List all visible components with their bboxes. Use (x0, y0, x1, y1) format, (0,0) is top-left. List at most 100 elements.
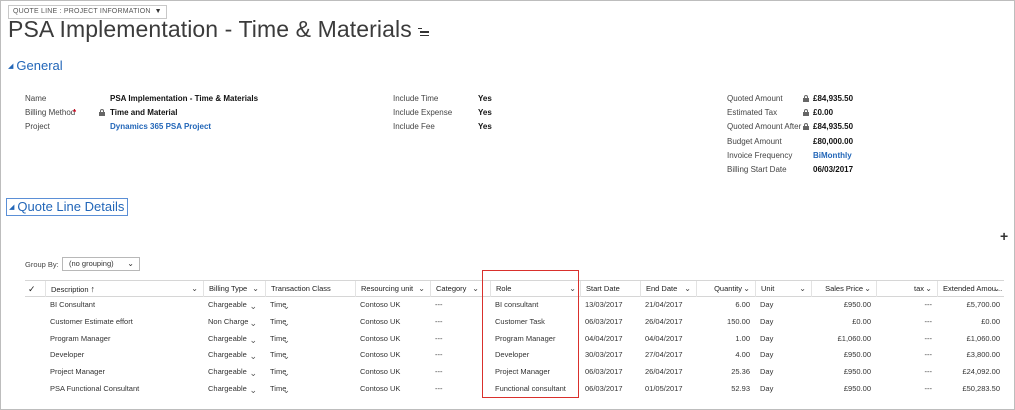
cell-category: --- (430, 314, 483, 331)
cell-description: Developer (45, 347, 202, 364)
field-value: £84,935.50 (813, 94, 854, 103)
chevron-down-icon[interactable]: ⌄ (191, 281, 198, 297)
cell-end-date: 27/04/2017 (640, 347, 695, 364)
cell-billing-type: Non Charge ⌄ (203, 314, 263, 331)
column-header-resourcing-unit[interactable]: Resourcing unit ⌄ (355, 281, 429, 297)
cell-value: 26/04/2017 (645, 367, 683, 377)
cell-category: --- (430, 347, 483, 364)
chevron-down-icon[interactable]: ⌄ (252, 281, 259, 297)
chevron-down-icon[interactable]: ⌄ (249, 315, 257, 331)
role-column-highlight (482, 270, 579, 398)
chevron-down-icon[interactable]: ⌄ (925, 281, 932, 297)
cell-billing-type: Chargeable ⌄ (203, 331, 263, 348)
cell-value: --- (435, 300, 443, 309)
chevron-down-icon[interactable]: ⌄ (799, 281, 806, 297)
column-header-label: Sales Price (825, 284, 863, 293)
chevron-down-icon[interactable]: ⌄ (418, 281, 425, 297)
chevron-down-icon[interactable]: ⌄ (249, 332, 257, 348)
column-header-tax[interactable]: tax ⌄ (876, 281, 936, 297)
column-header-start-date[interactable]: Start Date (580, 281, 640, 297)
cell-value: 06/03/2017 (585, 383, 623, 393)
field-label: Name (25, 94, 47, 103)
chevron-down-icon[interactable]: ⌄ (282, 365, 290, 381)
chevron-down-icon[interactable]: ⌄ (993, 281, 1000, 297)
column-header-category[interactable]: Category ⌄ (430, 281, 483, 297)
group-by-select[interactable]: (no grouping) ⌄ (62, 257, 140, 271)
chevron-down-icon[interactable]: ⌄ (684, 281, 691, 297)
collapse-triangle-icon: ◢ (8, 62, 14, 70)
chevron-down-icon[interactable]: ⌄ (282, 298, 290, 314)
chevron-down-icon[interactable]: ⌄ (864, 281, 871, 297)
cell-resourcing-unit: Contoso UK (355, 314, 429, 331)
column-header-description[interactable]: Description ↑ ⌄ (45, 281, 202, 297)
cell-value: Contoso UK (360, 383, 401, 393)
field-label: Quoted Amount After (727, 122, 802, 132)
chevron-down-icon[interactable]: ⌄ (282, 315, 290, 331)
cell-start-date: 06/03/2017 (580, 364, 640, 381)
cell-value: Developer (50, 350, 85, 360)
cell-value: 6.00 (735, 300, 750, 309)
cell-value: --- (435, 333, 443, 343)
chevron-down-icon[interactable]: ⌄ (743, 281, 750, 297)
cell-value: Project Manager (50, 367, 106, 377)
cell-quantity: 1.00 (696, 331, 754, 348)
cell-value: Program Manager (50, 333, 111, 343)
chevron-down-icon[interactable]: ⌄ (249, 298, 257, 314)
cell-start-date: 04/04/2017 (580, 331, 640, 348)
section-quote-line-details-header[interactable]: ◢ Quote Line Details (6, 198, 129, 216)
cell-value: --- (924, 316, 933, 326)
column-header-quantity[interactable]: Quantity ⌄ (696, 281, 754, 297)
cell-tax: --- (876, 314, 936, 331)
add-icon[interactable]: + (1000, 229, 1008, 243)
cell-extended-amount: £50,283.50 (937, 381, 1004, 398)
sort-ascending-icon[interactable]: ↑ (91, 284, 96, 294)
column-header-extended-amount[interactable]: Extended Amou... ⌄ (937, 281, 1004, 297)
column-header-unit[interactable]: Unit ⌄ (755, 281, 810, 297)
cell-value: £5,700.00 (966, 300, 1000, 309)
cell-value: £1,060.00 (837, 333, 871, 343)
chevron-down-icon[interactable]: ⌄ (249, 382, 257, 398)
cell-value: 30/03/2017 (585, 350, 623, 360)
cell-extended-amount: £3,800.00 (937, 347, 1004, 364)
page-title: PSA Implementation - Time & Materials (8, 16, 429, 43)
column-header-end-date[interactable]: End Date ⌄ (640, 281, 695, 297)
cell-quantity: 6.00 (696, 297, 754, 314)
cell-value: 26/04/2017 (645, 316, 683, 326)
column-header-transaction-class[interactable]: Transaction Class (265, 281, 354, 297)
cell-value: £950.00 (843, 350, 871, 360)
field-value: Yes (478, 108, 492, 117)
field-label: Project (25, 122, 50, 131)
chevron-down-icon[interactable]: ⌄ (249, 348, 257, 364)
column-header-label: Quantity (714, 284, 742, 293)
cell-quantity: 52.93 (696, 381, 754, 398)
chevron-down-icon[interactable]: ⌄ (282, 348, 290, 364)
field-value[interactable]: Dynamics 365 PSA Project (110, 122, 211, 131)
cell-value: £950.00 (843, 383, 871, 393)
field-label: Invoice Frequency (727, 150, 793, 160)
field-value[interactable]: BiMonthly (813, 151, 852, 160)
column-header-billing-type[interactable]: Billing Type ⌄ (203, 281, 263, 297)
cell-tax: --- (876, 347, 936, 364)
column-header-label: Billing Type (209, 284, 248, 293)
field-value: £84,935.50 (813, 122, 854, 132)
chevron-down-icon[interactable]: ⌄ (282, 332, 290, 348)
cell-resourcing-unit: Contoso UK (355, 381, 429, 398)
chevron-down-icon[interactable]: ⌄ (282, 382, 290, 398)
field-value: Time and Material (110, 108, 178, 117)
cell-transaction-class: Time ⌄ (265, 347, 354, 364)
cell-unit: Day (755, 347, 810, 364)
column-header-sales-price[interactable]: Sales Price ⌄ (811, 281, 875, 297)
section-general-header[interactable]: ◢ General (8, 58, 63, 73)
cell-value: --- (924, 383, 933, 393)
field-label: Billing Method (25, 108, 76, 117)
column-header-check[interactable]: ✓ (25, 281, 43, 297)
column-header-label: Start Date (586, 284, 620, 293)
chevron-down-icon[interactable]: ⌄ (472, 281, 479, 297)
cell-value: Contoso UK (360, 350, 401, 360)
chevron-down-icon[interactable]: ⌄ (249, 365, 257, 381)
cell-transaction-class: Time ⌄ (265, 297, 354, 314)
list-menu-icon[interactable] (417, 27, 429, 38)
cell-sales-price: £950.00 (811, 381, 875, 398)
field-value: PSA Implementation - Time & Materials (110, 94, 259, 103)
field-value: 06/03/2017 (813, 165, 854, 174)
